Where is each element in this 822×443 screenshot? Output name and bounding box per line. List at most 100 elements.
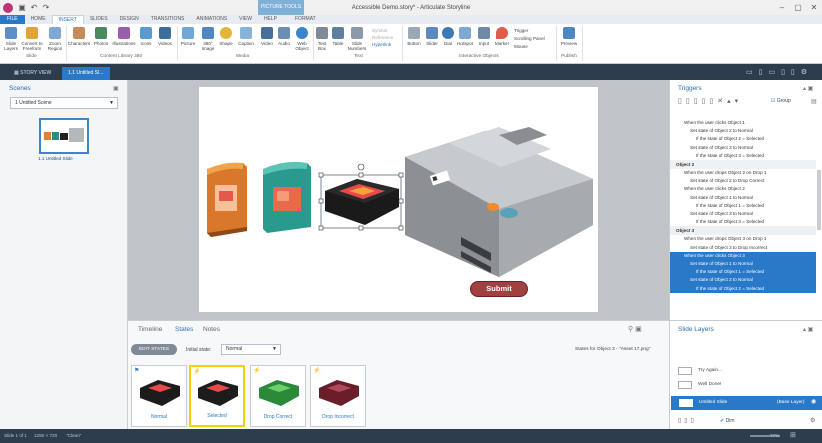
- text-box-button[interactable]: Text Box: [315, 27, 329, 51]
- photos-button[interactable]: Photos: [92, 27, 110, 46]
- trigger-row[interactable]: Set state of Object 2 to Drop Correct: [670, 177, 816, 185]
- state-label-drop-correct: Drop Correct: [263, 414, 293, 420]
- state-label-selected: Selected: [207, 413, 227, 419]
- panel-pin-icon[interactable]: ▴ ▣: [803, 85, 813, 92]
- layer-toolbar-icons[interactable]: ▯▯▯: [678, 417, 697, 424]
- trigger-button[interactable]: Trigger: [514, 27, 545, 35]
- group-checkbox[interactable]: ☑ Group: [771, 98, 791, 104]
- trigger-row[interactable]: Set state of Object 1 to Normal: [670, 260, 816, 269]
- slide-count: Slide 1 of 1: [4, 433, 27, 438]
- caption-button[interactable]: Caption: [235, 27, 257, 46]
- tab-timeline[interactable]: Timeline: [138, 326, 162, 333]
- initial-state-dropdown[interactable]: Normal ▼: [221, 344, 281, 355]
- current-slide-tab[interactable]: 1.1 Untitled Sl...: [62, 67, 110, 80]
- trigger-row[interactable]: If the state of Object 1 = Selected: [670, 202, 816, 210]
- object-1-image[interactable]: [207, 162, 247, 237]
- tab-design[interactable]: DESIGN: [114, 15, 145, 24]
- object-3-image[interactable]: [318, 163, 404, 231]
- hyperlink-button[interactable]: Hyperlink: [372, 41, 393, 48]
- state-card-drop-correct[interactable]: ⚡ Drop Correct: [250, 365, 306, 427]
- trigger-group-header[interactable]: Object 3: [670, 226, 816, 236]
- story-view-tab[interactable]: ▦ STORY VIEW: [8, 67, 57, 80]
- scrolling-panel-button[interactable]: Scrolling Panel: [514, 35, 545, 43]
- interactive-small-group: Trigger Scrolling Panel Mouse: [514, 27, 545, 51]
- fit-to-window-icon[interactable]: ⊞: [790, 431, 796, 439]
- trigger-row[interactable]: When the user clicks Object 1: [670, 119, 816, 127]
- trigger-row[interactable]: Set state of Object 3 to Drop Incorrect: [670, 244, 816, 252]
- trigger-settings-icon[interactable]: ▤: [811, 98, 817, 105]
- trigger-row[interactable]: Set state of Object 3 to Normal: [670, 144, 816, 152]
- slide-thumbnail[interactable]: [39, 118, 89, 154]
- eye-icon[interactable]: ◉: [811, 398, 816, 405]
- tab-file[interactable]: FILE: [0, 15, 25, 24]
- layer-base[interactable]: Untitled Slide (Base Layer) ◉: [671, 396, 822, 410]
- icons-button[interactable]: Icons: [138, 27, 154, 46]
- layer-settings-icon[interactable]: ⚙: [810, 417, 815, 424]
- mouse-button[interactable]: Mouse: [514, 43, 545, 51]
- layer-try-again[interactable]: Try Again...: [678, 367, 818, 375]
- video-button[interactable]: Video: [259, 27, 275, 46]
- trigger-row[interactable]: Set state of Object 2 to Normal: [670, 276, 816, 285]
- trigger-group-header[interactable]: Object 2: [670, 160, 816, 169]
- panel-pin-icon[interactable]: ▴ ▣: [803, 326, 813, 333]
- tab-insert[interactable]: INSERT: [51, 15, 84, 24]
- trigger-row[interactable]: Set state of Object 2 to Normal: [670, 127, 816, 135]
- trigger-row[interactable]: If the state of Object 2 = Selected: [670, 284, 816, 293]
- audio-button[interactable]: Audio: [276, 27, 292, 46]
- hotspot-button[interactable]: Hotspot: [456, 27, 474, 46]
- trigger-row[interactable]: When the user drops Object 2 on Drop 1: [670, 169, 816, 177]
- tab-format[interactable]: FORMAT: [289, 15, 322, 24]
- reference-button[interactable]: Reference: [372, 34, 393, 41]
- view-mode-icons[interactable]: ▭▯▭▯▯⚙: [746, 68, 813, 76]
- slide-numbers-button[interactable]: Slide Numbers: [346, 27, 368, 51]
- dim-checkbox[interactable]: ✔ Dim: [720, 418, 734, 424]
- state-card-drop-incorrect[interactable]: ⚡ Drop Incorrect: [310, 365, 366, 427]
- trigger-row[interactable]: If the state of Object 3 = Selected: [670, 218, 816, 226]
- scene-dropdown[interactable]: 1 Untitled Scene ▼: [10, 97, 118, 109]
- trigger-row[interactable]: Set state of Object 3 to Normal: [670, 210, 816, 218]
- symbol-button[interactable]: Symbol: [372, 27, 393, 34]
- button-button[interactable]: Button: [405, 27, 423, 46]
- trigger-row[interactable]: When the user clicks Object 3: [670, 251, 816, 260]
- panel-pin-icon[interactable]: ▣: [113, 85, 119, 92]
- marker-button[interactable]: Marker: [493, 27, 511, 46]
- dial-button[interactable]: Dial: [441, 27, 455, 46]
- tab-slides[interactable]: SLIDES: [84, 15, 114, 24]
- trigger-row[interactable]: If the state of Object 3 = Selected: [670, 152, 816, 160]
- tab-view[interactable]: VIEW: [233, 15, 258, 24]
- zoom-region-button[interactable]: Zoom Region: [46, 27, 64, 51]
- input-button[interactable]: Input: [476, 27, 492, 46]
- trigger-toolbar-icons[interactable]: ▯▯▯▯▯✕▴▾: [678, 97, 742, 105]
- object-2-image[interactable]: [263, 161, 311, 233]
- 360-image-button[interactable]: 360° Image: [198, 27, 218, 51]
- tab-help[interactable]: HELP: [258, 15, 283, 24]
- tab-transitions[interactable]: TRANSITIONS: [145, 15, 191, 24]
- tab-states[interactable]: States: [175, 326, 193, 333]
- illustrations-button[interactable]: Illustrations: [111, 27, 137, 46]
- preview-button[interactable]: Preview: [560, 27, 578, 46]
- tab-home[interactable]: HOME: [25, 15, 52, 24]
- trigger-row[interactable]: When the user drops Object 3 on Drop 1: [670, 235, 816, 243]
- table-button[interactable]: Table: [331, 27, 345, 46]
- submit-button[interactable]: Submit: [470, 281, 528, 297]
- shape-button[interactable]: Shape: [218, 27, 234, 46]
- trigger-row[interactable]: If the state of Object 2 = Selected: [670, 135, 816, 143]
- videos-button[interactable]: Videos: [155, 27, 175, 46]
- picture-button[interactable]: Picture: [179, 27, 197, 46]
- slider-button[interactable]: Slider: [424, 27, 440, 46]
- state-card-normal[interactable]: ⚑ Normal: [131, 365, 187, 427]
- scrollbar[interactable]: [817, 170, 821, 230]
- trigger-row[interactable]: If the state of Object 1 = Selected: [670, 268, 816, 277]
- trigger-row[interactable]: When the user clicks Object 2: [670, 185, 816, 193]
- web-object-button[interactable]: Web Object: [293, 27, 311, 51]
- layer-well-done[interactable]: Well Done!: [678, 381, 818, 389]
- panel-tools-icons[interactable]: ⚲ ▣: [628, 325, 642, 333]
- tab-animations[interactable]: ANIMATIONS: [190, 15, 233, 24]
- slide-layers-button[interactable]: Slide Layers: [3, 27, 19, 51]
- convert-freeform-button[interactable]: Convert to Freeform: [21, 27, 43, 51]
- edit-states-button[interactable]: EDIT STATES: [131, 344, 177, 355]
- tab-notes[interactable]: Notes: [203, 326, 220, 333]
- state-card-selected[interactable]: ⚡ Selected: [189, 365, 245, 427]
- characters-button[interactable]: Characters: [68, 27, 90, 46]
- trigger-row[interactable]: Set state of Object 1 to Normal: [670, 194, 816, 202]
